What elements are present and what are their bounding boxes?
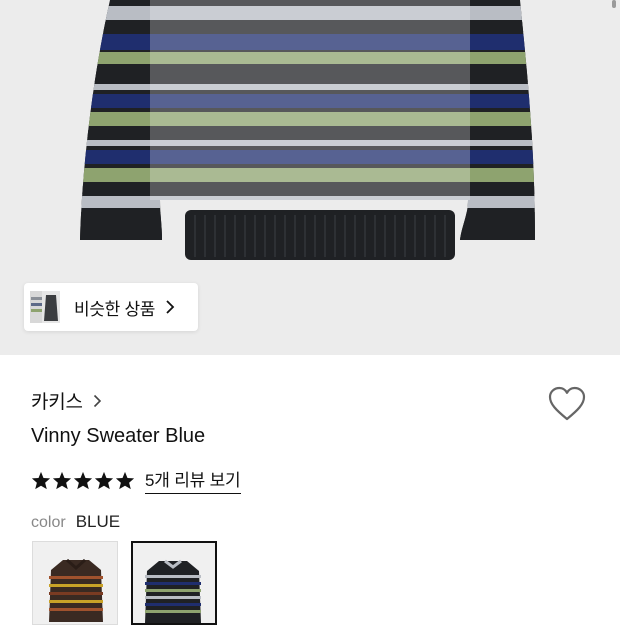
chevron-right-icon xyxy=(165,300,175,314)
scroll-indicator xyxy=(612,0,616,8)
review-link[interactable]: 5개 리뷰 보기 xyxy=(145,466,241,494)
heart-icon[interactable] xyxy=(547,386,587,427)
star-icon xyxy=(94,471,114,490)
color-label: color xyxy=(31,514,66,531)
star-icon xyxy=(52,471,72,490)
star-icon xyxy=(73,471,93,490)
chevron-right-icon xyxy=(93,394,102,408)
similar-products-button[interactable]: 비슷한 상품 xyxy=(24,283,198,331)
star-rating xyxy=(31,471,135,490)
star-icon xyxy=(115,471,135,490)
color-value: BLUE xyxy=(75,512,121,531)
product-image[interactable]: 비슷한 상품 xyxy=(0,0,620,355)
brand-link[interactable]: 카키스 xyxy=(31,387,102,414)
brand-name: 카키스 xyxy=(31,392,83,413)
color-swatch-blue[interactable] xyxy=(131,541,217,625)
product-title: Vinny Sweater Blue xyxy=(31,425,206,447)
similar-thumbnails xyxy=(26,285,62,329)
similar-products-label: 비슷한 상품 xyxy=(74,299,156,319)
color-row: color BLUE xyxy=(31,512,120,532)
star-icon xyxy=(31,471,51,490)
rating-row: 5개 리뷰 보기 xyxy=(31,466,241,494)
color-swatch-brown[interactable] xyxy=(32,541,118,625)
